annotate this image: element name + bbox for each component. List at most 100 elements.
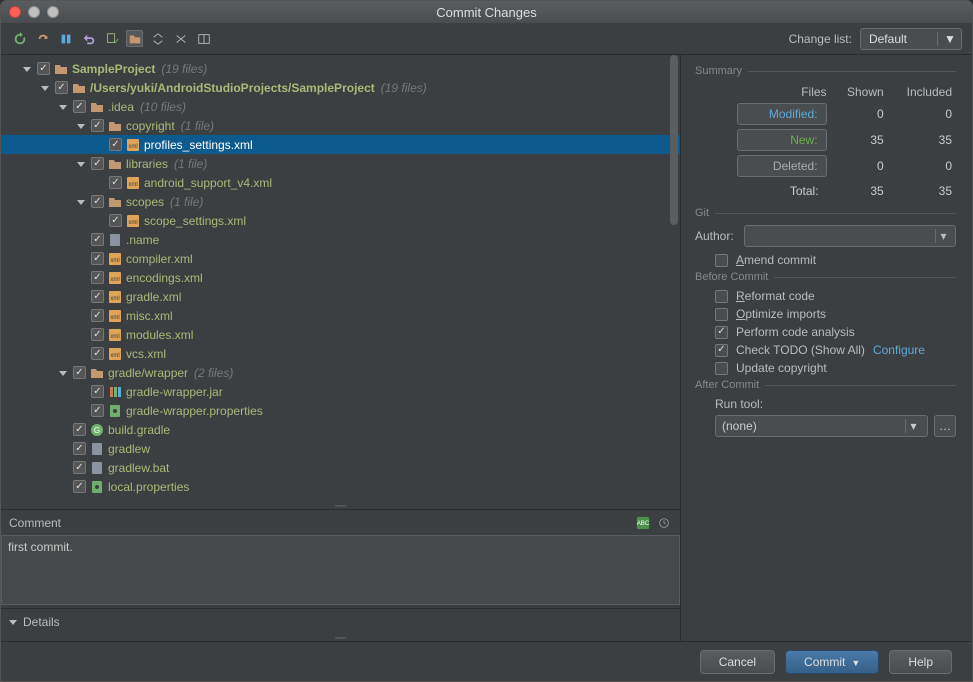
file-tree[interactable]: SampleProject(19 files)/Users/yuki/Andro… — [1, 55, 680, 503]
refresh-icon[interactable] — [11, 30, 28, 47]
file-checkbox[interactable] — [91, 271, 104, 284]
tree-row[interactable]: libraries(1 file) — [1, 154, 680, 173]
file-name: compiler.xml — [126, 252, 193, 266]
file-name: build.gradle — [108, 423, 170, 437]
folder-icon — [108, 157, 122, 171]
expand-toggle[interactable] — [75, 160, 87, 168]
expand-toggle[interactable] — [75, 198, 87, 206]
optimize-label: Optimize imports — [736, 307, 826, 321]
new-changelist-icon[interactable] — [103, 30, 120, 47]
file-checkbox[interactable] — [91, 328, 104, 341]
dropdown-arrow-icon: ▾ — [905, 419, 921, 433]
tree-row[interactable]: xmlgradle.xml — [1, 287, 680, 306]
tree-row[interactable]: xmlmisc.xml — [1, 306, 680, 325]
tree-row[interactable]: xmlencodings.xml — [1, 268, 680, 287]
expand-toggle[interactable] — [21, 65, 33, 73]
file-checkbox[interactable] — [91, 347, 104, 360]
tree-row[interactable]: gradlew — [1, 439, 680, 458]
tree-row[interactable]: Gbuild.gradle — [1, 420, 680, 439]
diff-icon[interactable] — [57, 30, 74, 47]
expand-toggle[interactable] — [75, 122, 87, 130]
file-checkbox[interactable] — [91, 233, 104, 246]
tree-scrollbar[interactable] — [670, 55, 678, 503]
author-select[interactable]: ▾ — [744, 225, 956, 247]
tree-row[interactable]: xmlcompiler.xml — [1, 249, 680, 268]
file-checkbox[interactable] — [91, 385, 104, 398]
file-checkbox[interactable] — [91, 309, 104, 322]
tree-row[interactable]: scopes(1 file) — [1, 192, 680, 211]
svg-text:xml: xml — [110, 353, 119, 359]
spellcheck-icon[interactable]: ABC — [634, 514, 651, 531]
run-tool-select[interactable]: (none) ▾ — [715, 415, 928, 437]
tree-row[interactable]: SampleProject(19 files) — [1, 59, 680, 78]
optimize-checkbox[interactable] — [715, 308, 728, 321]
file-checkbox[interactable] — [73, 442, 86, 455]
commit-button[interactable]: Commit▼ — [785, 650, 879, 674]
xml-icon: xml — [108, 328, 122, 342]
expand-toggle[interactable] — [57, 369, 69, 377]
rollback-icon[interactable] — [34, 30, 51, 47]
group-by-directory-icon[interactable] — [126, 30, 143, 47]
file-checkbox[interactable] — [91, 404, 104, 417]
tree-row[interactable]: xmlscope_settings.xml — [1, 211, 680, 230]
reformat-checkbox[interactable] — [715, 290, 728, 303]
collapse-all-icon[interactable] — [172, 30, 189, 47]
tree-row[interactable]: local.properties — [1, 477, 680, 496]
after-commit-header: After Commit — [695, 379, 956, 391]
file-checkbox[interactable] — [109, 214, 122, 227]
amend-checkbox[interactable] — [715, 254, 728, 267]
file-checkbox[interactable] — [73, 461, 86, 474]
dialog-footer: Cancel Commit▼ Help — [1, 641, 972, 681]
configure-link[interactable]: Configure — [873, 343, 925, 357]
file-checkbox[interactable] — [91, 119, 104, 132]
tree-row[interactable]: gradle/wrapper(2 files) — [1, 363, 680, 382]
svg-text:xml: xml — [128, 220, 137, 226]
tree-row[interactable]: xml vcs.xml — [1, 344, 680, 363]
todo-checkbox[interactable] — [715, 344, 728, 357]
change-list-select[interactable]: Default ▼ — [860, 28, 962, 50]
file-checkbox[interactable] — [55, 81, 68, 94]
file-checkbox[interactable] — [73, 366, 86, 379]
tree-row[interactable]: .name — [1, 230, 680, 249]
tree-row[interactable]: xmlandroid_support_v4.xml — [1, 173, 680, 192]
file-checkbox[interactable] — [91, 252, 104, 265]
tree-row[interactable]: gradle-wrapper.jar — [1, 382, 680, 401]
file-checkbox[interactable] — [73, 423, 86, 436]
details-toggle[interactable]: Details — [1, 608, 680, 635]
expand-toggle[interactable] — [57, 103, 69, 111]
comment-label: Comment — [9, 516, 61, 530]
undo-icon[interactable] — [80, 30, 97, 47]
tree-row[interactable]: gradlew.bat — [1, 458, 680, 477]
history-icon[interactable] — [655, 514, 672, 531]
file-checkbox[interactable] — [91, 157, 104, 170]
tree-row[interactable]: /Users/yuki/AndroidStudioProjects/Sample… — [1, 78, 680, 97]
file-name: copyright — [126, 119, 175, 133]
titlebar: Commit Changes — [1, 1, 972, 23]
file-checkbox[interactable] — [37, 62, 50, 75]
help-button[interactable]: Help — [889, 650, 952, 674]
file-checkbox[interactable] — [73, 100, 86, 113]
file-name: vcs.xml — [126, 347, 166, 361]
tree-row[interactable]: xmlprofiles_settings.xml — [1, 135, 680, 154]
cancel-button[interactable]: Cancel — [700, 650, 775, 674]
show-diff-preview-icon[interactable] — [195, 30, 212, 47]
file-checkbox[interactable] — [109, 138, 122, 151]
browse-button[interactable]: … — [934, 415, 956, 437]
xml-icon: xml — [108, 271, 122, 285]
file-checkbox[interactable] — [91, 290, 104, 303]
file-count: (1 file) — [174, 157, 207, 171]
deleted-label: Deleted: — [737, 155, 827, 177]
file-checkbox[interactable] — [91, 195, 104, 208]
tree-row[interactable]: gradle-wrapper.properties — [1, 401, 680, 420]
commit-message-input[interactable] — [1, 535, 680, 605]
file-checkbox[interactable] — [109, 176, 122, 189]
copyright-checkbox[interactable] — [715, 362, 728, 375]
expand-toggle[interactable] — [39, 84, 51, 92]
tree-row[interactable]: xmlmodules.xml — [1, 325, 680, 344]
tree-row[interactable]: copyright(1 file) — [1, 116, 680, 135]
analysis-checkbox[interactable] — [715, 326, 728, 339]
file-checkbox[interactable] — [73, 480, 86, 493]
expand-all-icon[interactable] — [149, 30, 166, 47]
analysis-label: Perform code analysis — [736, 325, 855, 339]
tree-row[interactable]: .idea(10 files) — [1, 97, 680, 116]
